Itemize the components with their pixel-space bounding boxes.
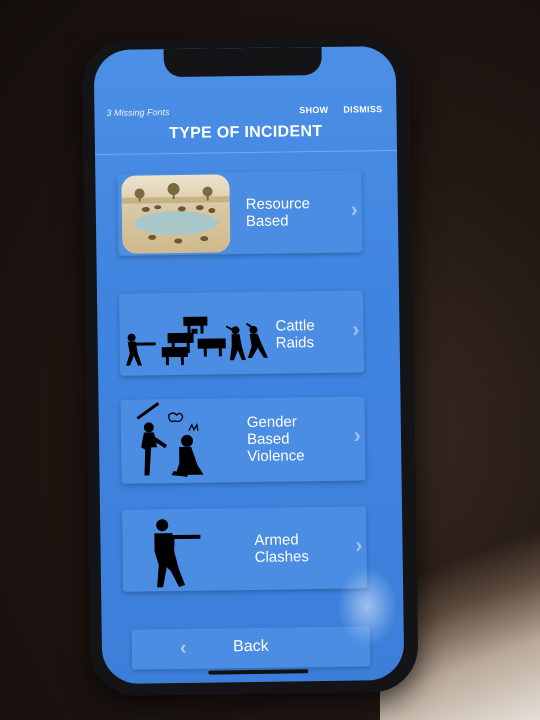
waterhole-photo: [121, 174, 231, 254]
dismiss-button[interactable]: DISMISS: [343, 104, 382, 115]
chevron-right-icon: ›: [350, 196, 358, 222]
cattle-raid-icon: [125, 316, 268, 366]
page-title: TYPE OF INCIDENT: [168, 122, 323, 143]
missing-fonts-message: 3 Missing Fonts: [106, 107, 170, 118]
gender-violence-icon: [136, 402, 204, 477]
phone-device: 3 Missing Fonts SHOW DISMISS TYPE OF INC…: [81, 35, 419, 697]
incident-label: Gender Based Violence: [246, 413, 305, 466]
back-label: Back: [233, 637, 269, 656]
incident-cattle-raids[interactable]: Cattle Raids ›: [118, 290, 365, 376]
title-divider: [95, 149, 398, 156]
incident-label: Cattle Raids: [275, 317, 315, 352]
home-indicator[interactable]: [208, 669, 309, 675]
phone-notch: [163, 46, 322, 78]
incident-armed-clashes[interactable]: Armed Clashes ›: [121, 506, 368, 592]
chevron-right-icon: ›: [351, 316, 360, 342]
show-button[interactable]: SHOW: [299, 105, 328, 115]
incident-gender-based-violence[interactable]: Gender Based Violence ›: [120, 396, 366, 484]
chevron-right-icon: ›: [353, 422, 362, 448]
incident-label: Resource Based: [245, 195, 311, 231]
incident-label: Armed Clashes: [254, 531, 309, 566]
incident-resource-based[interactable]: Resource Based ›: [117, 170, 363, 256]
app-screen: 3 Missing Fonts SHOW DISMISS TYPE OF INC…: [93, 45, 405, 685]
back-button[interactable]: ‹ Back: [131, 626, 371, 670]
soldier-icon: [154, 519, 201, 588]
screen-glare: [336, 565, 398, 647]
chevron-right-icon: ›: [355, 532, 363, 558]
missing-fonts-bar: 3 Missing Fonts SHOW DISMISS: [94, 98, 396, 124]
